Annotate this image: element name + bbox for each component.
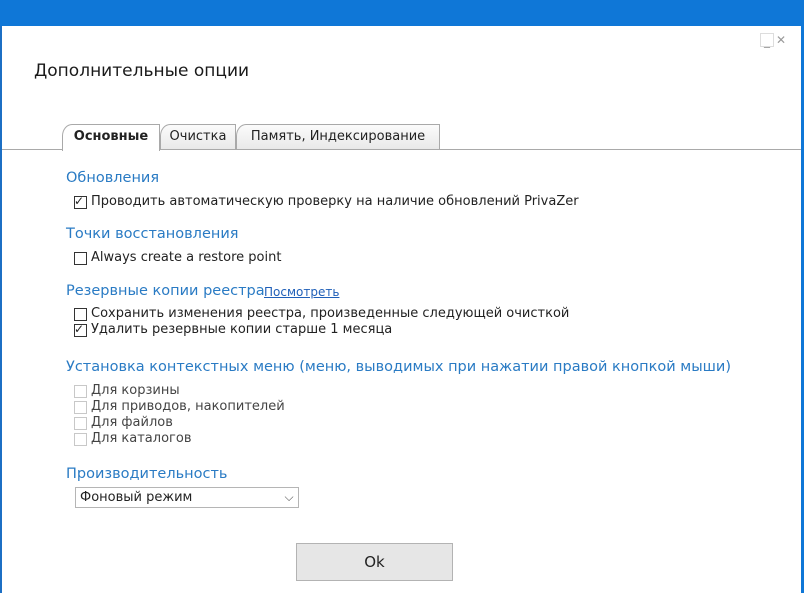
- section-title-restore: Точки восстановления: [66, 226, 239, 242]
- check-icon: ✓: [74, 193, 85, 208]
- checkbox-box[interactable]: ✓: [74, 321, 87, 337]
- select-value: Фоновый режим: [80, 490, 193, 505]
- minimize-button[interactable]: _: [760, 33, 774, 48]
- checkbox-delete-old-backups[interactable]: ✓ Удалить резервные копии старше 1 месяц…: [74, 322, 392, 338]
- checkbox-box[interactable]: ✓: [74, 193, 87, 209]
- checkbox-context-folders[interactable]: Для каталогов: [74, 431, 191, 447]
- chevron-down-icon[interactable]: ⌵: [280, 488, 298, 507]
- dialog-title: Дополнительные опции: [34, 61, 250, 81]
- tab-cleaning[interactable]: Очистка: [160, 124, 236, 149]
- checkbox-box[interactable]: [74, 251, 87, 265]
- checkbox-label: Always create a restore point: [91, 250, 282, 265]
- checkbox-box[interactable]: [74, 432, 87, 446]
- checkbox-label: Проводить автоматическую проверку на нал…: [91, 194, 579, 209]
- checkbox-box[interactable]: [74, 307, 87, 321]
- checkbox-box[interactable]: [74, 400, 87, 414]
- checkbox-context-drives[interactable]: Для приводов, накопителей: [74, 399, 285, 415]
- checkbox-label: Для приводов, накопителей: [91, 399, 285, 414]
- view-backups-link[interactable]: Посмотреть: [264, 285, 339, 299]
- checkbox-label: Удалить резервные копии старше 1 месяца: [91, 322, 393, 337]
- section-title-context-menu: Установка контекстных меню (меню, выводи…: [66, 359, 732, 375]
- checkbox-box[interactable]: [74, 416, 87, 430]
- checkbox-save-registry-changes[interactable]: Сохранить изменения реестра, произведенн…: [74, 306, 569, 322]
- section-title-registry: Резервные копии реестра: [66, 283, 265, 299]
- checkbox-label: Для каталогов: [91, 431, 192, 446]
- ok-button[interactable]: Ok: [296, 543, 453, 581]
- window-title-bar[interactable]: [0, 0, 804, 26]
- checkbox-context-files[interactable]: Для файлов: [74, 415, 173, 431]
- checkbox-context-recycle-bin[interactable]: Для корзины: [74, 383, 180, 399]
- checkbox-box[interactable]: [74, 384, 87, 398]
- performance-mode-select[interactable]: Фоновый режим ⌵: [75, 487, 299, 508]
- checkbox-restore-point[interactable]: Always create a restore point: [74, 250, 281, 266]
- checkbox-label: Сохранить изменения реестра, произведенн…: [91, 306, 570, 321]
- tab-memory-indexing[interactable]: Память, Индексирование: [236, 124, 440, 149]
- checkbox-label: Для корзины: [91, 383, 180, 398]
- tab-general[interactable]: Основные: [62, 124, 160, 151]
- checkbox-label: Для файлов: [91, 415, 173, 430]
- section-title-updates: Обновления: [66, 170, 160, 186]
- window-left-border: [0, 26, 2, 593]
- section-title-performance: Производительность: [66, 466, 228, 482]
- check-icon: ✓: [74, 321, 85, 336]
- close-button[interactable]: ✕: [774, 33, 788, 47]
- checkbox-auto-update[interactable]: ✓ Проводить автоматическую проверку на н…: [74, 194, 579, 210]
